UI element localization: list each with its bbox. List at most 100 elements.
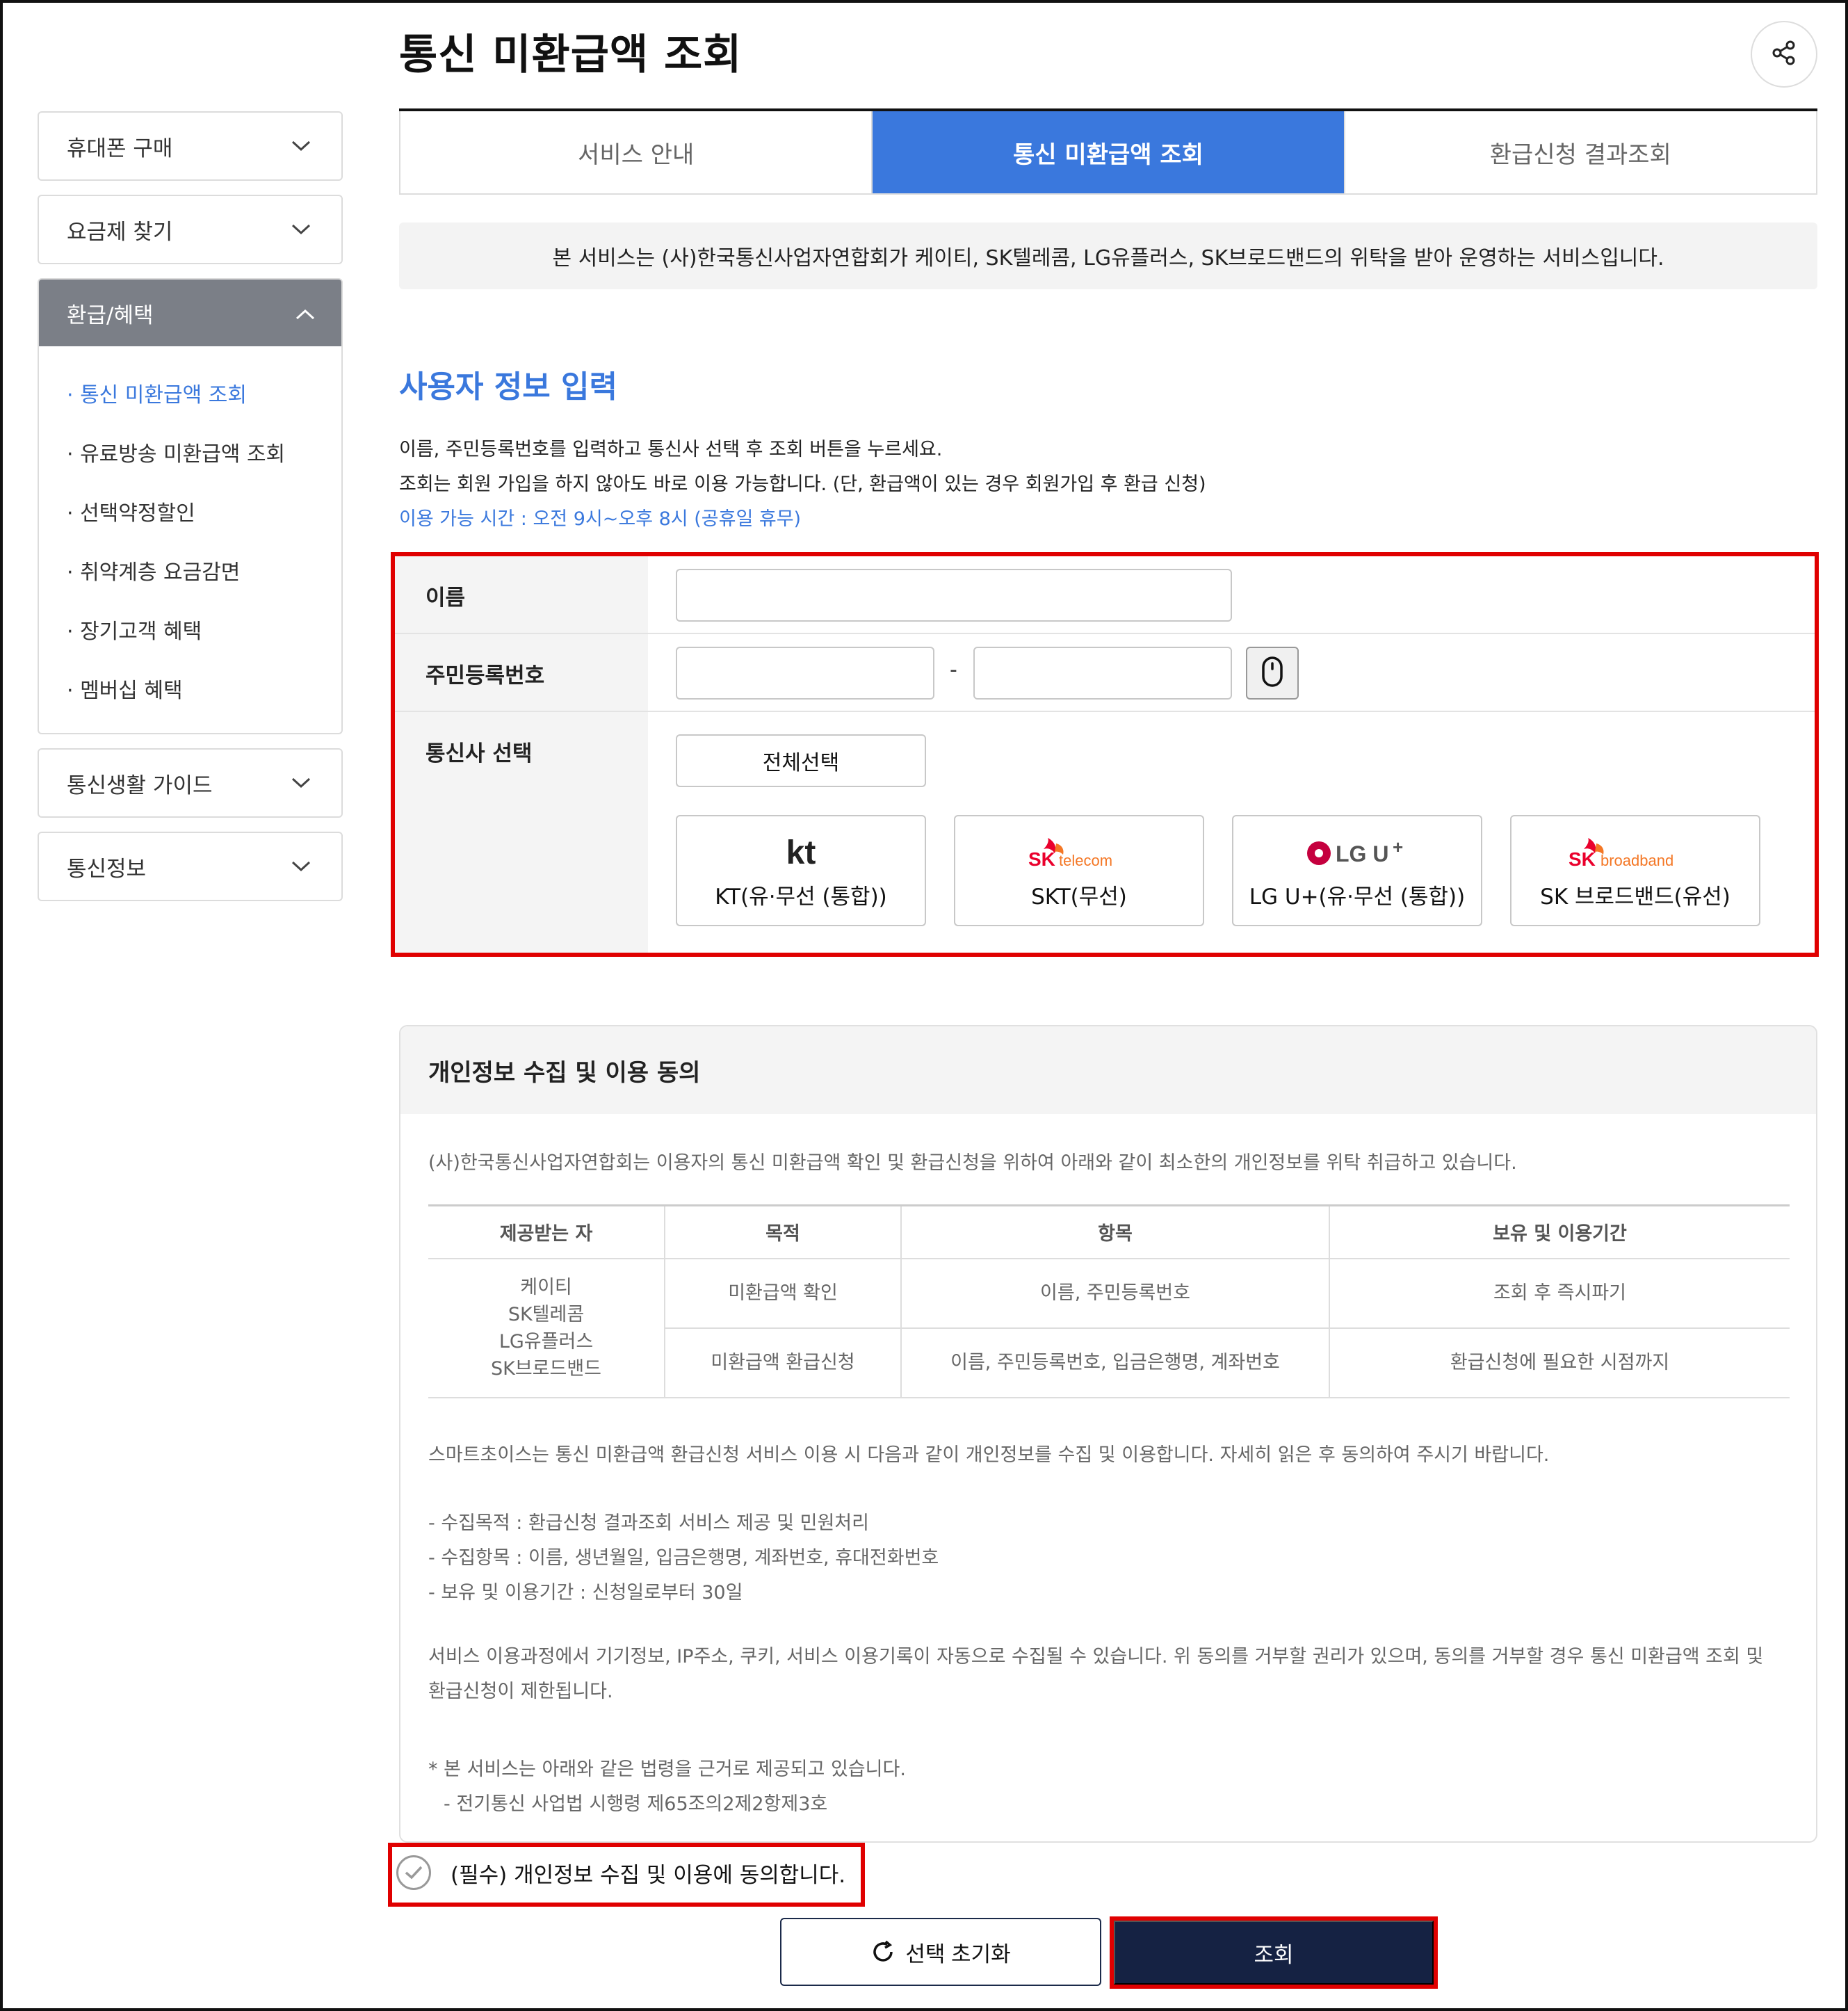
row-divider bbox=[395, 633, 1815, 634]
table-header-cell: 목적 bbox=[665, 1204, 902, 1259]
instructions: 이름, 주민등록번호를 입력하고 통신사 선택 후 조회 버튼을 누르세요. 조… bbox=[399, 433, 1206, 537]
carrier-kt-button[interactable]: kt KT(유·무선 (통합)) bbox=[676, 815, 926, 926]
table-header-cell: 항목 bbox=[901, 1204, 1330, 1259]
name-input[interactable] bbox=[676, 569, 1232, 622]
service-hours: 이용 가능 시간 : 오전 9시~오후 8시 (공휴일 휴무) bbox=[399, 508, 802, 530]
chevron-down-icon bbox=[287, 769, 315, 797]
table-cell: 조회 후 즉시파기 bbox=[1329, 1258, 1790, 1329]
table-header-row: 제공받는 자 목적 항목 보유 및 이용기간 bbox=[428, 1204, 1790, 1259]
sidebar-subitem-paytv-refund[interactable]: · 유료방송 미환급액 조회 bbox=[67, 422, 341, 481]
carrier-name: LG U+(유·무선 (통합)) bbox=[1249, 884, 1466, 910]
table-cell: 미환급액 확인 bbox=[665, 1258, 902, 1329]
reset-selection-button[interactable]: 선택 초기화 bbox=[780, 1918, 1101, 1986]
service-notice: 본 서비스는 (사)한국통신사업자연합회가 케이티, SK텔레콤, LG유플러스… bbox=[399, 223, 1817, 289]
sk-telecom-logo: SK telecom bbox=[1027, 832, 1131, 873]
svg-text:+: + bbox=[1393, 837, 1403, 857]
consent-intro: (사)한국통신사업자연합회는 이용자의 통신 미환급액 확인 및 환급신청을 위… bbox=[428, 1152, 1517, 1174]
share-button[interactable] bbox=[1751, 21, 1817, 88]
checkmark-icon bbox=[396, 1855, 431, 1890]
secure-keypad-button[interactable] bbox=[1246, 647, 1299, 700]
search-button[interactable]: 조회 bbox=[1114, 1921, 1434, 1985]
svg-text:broadband: broadband bbox=[1600, 852, 1673, 869]
table-cell: 이름, 주민등록번호 bbox=[901, 1258, 1330, 1329]
privacy-consent-panel: 개인정보 수집 및 이용 동의 (사)한국통신사업자연합회는 이용자의 통신 미… bbox=[399, 1025, 1817, 1843]
sidebar-group-label: 환급/혜택 bbox=[67, 302, 154, 328]
table-row: 케이티 SK텔레콤 LG유플러스 SK브로드밴드 미환급액 확인 이름, 주민등… bbox=[428, 1258, 1790, 1398]
sidebar-item-label: 통신정보 bbox=[67, 856, 147, 882]
row-divider bbox=[395, 711, 1815, 712]
sidebar-item-label: 통신생활 가이드 bbox=[67, 773, 213, 798]
sidebar-item-telecom-info[interactable]: 통신정보 bbox=[38, 832, 343, 901]
consent-paragraph: 서비스 이용과정에서 기기정보, IP주소, 쿠키, 서비스 이용기록이 자동으… bbox=[428, 1646, 1764, 1667]
sidebar-subitem-contract-discount[interactable]: · 선택약정할인 bbox=[67, 481, 341, 540]
svg-text:LG U: LG U bbox=[1336, 841, 1388, 866]
select-all-button[interactable]: 전체선택 bbox=[676, 734, 926, 787]
chevron-up-icon bbox=[295, 300, 315, 325]
sidebar-subitem-telecom-refund[interactable]: · 통신 미환급액 조회 bbox=[67, 363, 341, 422]
tab-refund-result[interactable]: 환급신청 결과조회 bbox=[1345, 111, 1816, 193]
svg-text:kt: kt bbox=[786, 836, 816, 869]
name-label: 이름 bbox=[425, 585, 466, 611]
law-item: - 전기통신 사업법 시행령 제65조의2제2항제3호 bbox=[444, 1793, 828, 1815]
sidebar-subitem-longterm-benefit[interactable]: · 장기고객 혜택 bbox=[67, 599, 341, 659]
svg-text:SK: SK bbox=[1569, 848, 1596, 870]
chevron-down-icon bbox=[287, 132, 315, 160]
instruction-line: 조회는 회원 가입을 하지 않아도 바로 이용 가능합니다. (단, 환급액이 … bbox=[399, 474, 1206, 495]
rrn-label: 주민등록번호 bbox=[425, 663, 545, 688]
svg-text:SK: SK bbox=[1028, 848, 1055, 870]
table-cell: 환급신청에 필요한 시점까지 bbox=[1329, 1327, 1790, 1398]
table-cell: 미환급액 환급신청 bbox=[665, 1327, 902, 1398]
table-cell-recipients: 케이티 SK텔레콤 LG유플러스 SK브로드밴드 bbox=[428, 1258, 665, 1398]
tab-bar: 서비스 안내 통신 미환급액 조회 환급신청 결과조회 bbox=[399, 111, 1817, 195]
consent-table: 제공받는 자 목적 항목 보유 및 이용기간 케이티 SK텔레콤 LG유플러스 … bbox=[428, 1204, 1790, 1398]
sidebar-subitem-membership-benefit[interactable]: · 멤버십 혜택 bbox=[67, 659, 341, 718]
rrn-first-input[interactable] bbox=[676, 647, 934, 700]
refresh-icon bbox=[870, 1939, 895, 1964]
chevron-down-icon bbox=[287, 216, 315, 243]
carrier-lgu-button[interactable]: LG U + LG U+(유·무선 (통합)) bbox=[1232, 815, 1482, 926]
consent-item: - 보유 및 이용기간 : 신청일로부터 30일 bbox=[428, 1582, 743, 1604]
user-info-form: 이름 주민등록번호 - 통신사 선택 전체선택 kt KT(유·무선 (통합))… bbox=[395, 556, 1815, 953]
recipient-name: 케이티 bbox=[520, 1276, 572, 1298]
tab-service-guide[interactable]: 서비스 안내 bbox=[400, 111, 873, 193]
sidebar-group-refund-benefits: 환급/혜택 · 통신 미환급액 조회 · 유료방송 미환급액 조회 · 선택약정… bbox=[38, 278, 343, 734]
consent-item: - 수집항목 : 이름, 생년월일, 입금은행명, 계좌번호, 휴대전화번호 bbox=[428, 1547, 939, 1569]
sidebar-subitem-vulnerable-discount[interactable]: · 취약계층 요금감면 bbox=[67, 540, 341, 599]
recipient-name: SK브로드밴드 bbox=[490, 1357, 602, 1380]
mouse-icon bbox=[1261, 656, 1284, 690]
lg-uplus-logo: LG U + bbox=[1305, 832, 1409, 873]
sidebar-item-plan-finder[interactable]: 요금제 찾기 bbox=[38, 195, 343, 264]
consent-item: - 수집목적 : 환급신청 결과조회 서비스 제공 및 민원처리 bbox=[428, 1512, 869, 1534]
carrier-skb-button[interactable]: SK broadband SK 브로드밴드(유선) bbox=[1510, 815, 1760, 926]
kt-logo: kt bbox=[780, 832, 822, 873]
consent-body: 스마트초이스는 통신 미환급액 환급신청 서비스 이용 시 다음과 같이 개인정… bbox=[428, 1438, 1763, 1822]
recipient-name: SK텔레콤 bbox=[508, 1303, 585, 1325]
consent-paragraph: 스마트초이스는 통신 미환급액 환급신청 서비스 이용 시 다음과 같이 개인정… bbox=[428, 1444, 1550, 1466]
chevron-down-icon bbox=[287, 853, 315, 880]
sidebar-group-header[interactable]: 환급/혜택 bbox=[39, 280, 341, 346]
share-icon bbox=[1770, 39, 1798, 70]
table-header-cell: 제공받는 자 bbox=[428, 1204, 665, 1259]
table-header-cell: 보유 및 이용기간 bbox=[1329, 1204, 1790, 1259]
instruction-line: 이름, 주민등록번호를 입력하고 통신사 선택 후 조회 버튼을 누르세요. bbox=[399, 439, 943, 460]
sidebar-item-label: 요금제 찾기 bbox=[67, 219, 173, 245]
privacy-agree-checkbox[interactable]: (필수) 개인정보 수집 및 이용에 동의합니다. bbox=[396, 1855, 845, 1890]
sk-broadband-logo: SK broadband bbox=[1566, 832, 1705, 873]
rrn-separator: - bbox=[950, 658, 957, 682]
page-title: 통신 미환급액 조회 bbox=[399, 31, 743, 79]
carrier-skt-button[interactable]: SK telecom SKT(무선) bbox=[954, 815, 1204, 926]
rrn-second-input[interactable] bbox=[973, 647, 1232, 700]
agreement-label: (필수) 개인정보 수집 및 이용에 동의합니다. bbox=[451, 1862, 846, 1888]
sidebar-item-label: 휴대폰 구매 bbox=[67, 136, 173, 161]
carrier-label: 통신사 선택 bbox=[425, 741, 533, 766]
sidebar-item-phone-purchase[interactable]: 휴대폰 구매 bbox=[38, 111, 343, 181]
tab-refund-lookup[interactable]: 통신 미환급액 조회 bbox=[873, 111, 1345, 193]
section-title: 사용자 정보 입력 bbox=[399, 369, 617, 405]
table-cell: 이름, 주민등록번호, 입금은행명, 계좌번호 bbox=[901, 1327, 1330, 1398]
law-title: * 본 서비스는 아래와 같은 법령을 근거로 제공되고 있습니다. bbox=[428, 1759, 906, 1780]
consent-title: 개인정보 수집 및 이용 동의 bbox=[400, 1026, 1816, 1114]
sidebar-item-telecom-guide[interactable]: 통신생활 가이드 bbox=[38, 748, 343, 818]
sidebar: 휴대폰 구매 요금제 찾기 환급/혜택 · 통신 미환급액 조회 · 유료방송 … bbox=[38, 111, 343, 915]
carrier-name: SK 브로드밴드(유선) bbox=[1540, 884, 1731, 910]
reset-label: 선택 초기화 bbox=[905, 1941, 1011, 1966]
